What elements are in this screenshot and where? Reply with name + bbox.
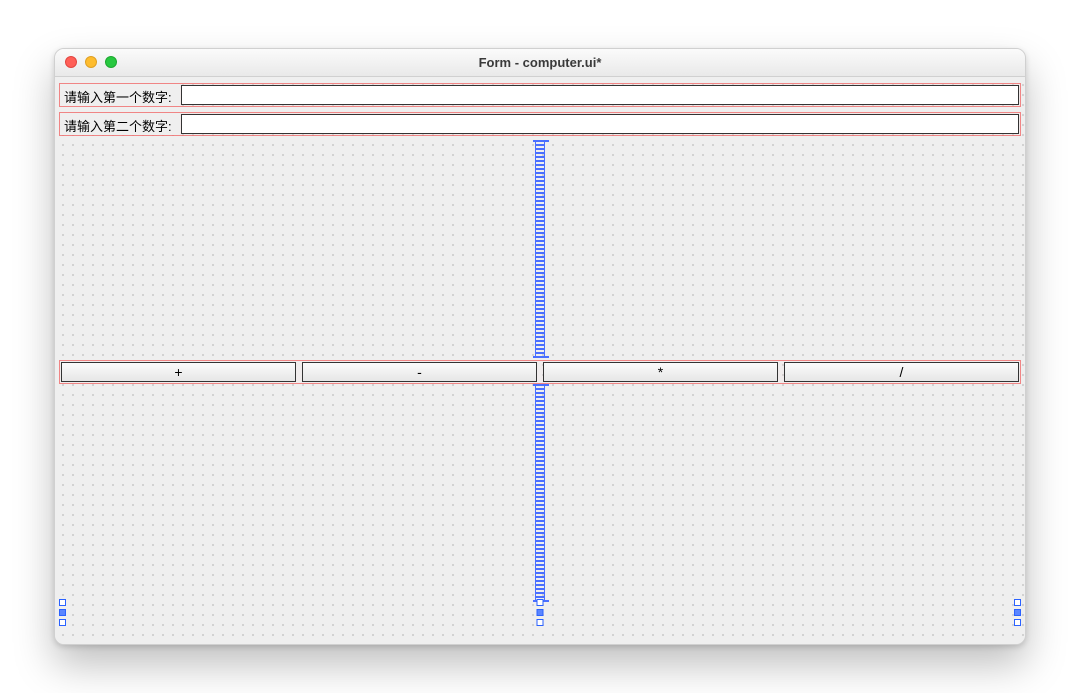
selection-handle[interactable]: [537, 609, 544, 616]
add-button[interactable]: +: [61, 362, 296, 382]
selection-handle[interactable]: [1014, 599, 1021, 606]
input-row-1: 请输入第一个数字:: [59, 83, 1021, 107]
subtract-button[interactable]: -: [302, 362, 537, 382]
window-controls: [65, 56, 117, 68]
minimize-icon[interactable]: [85, 56, 97, 68]
selection-handle[interactable]: [59, 619, 66, 626]
vertical-spacer-lower[interactable]: [535, 384, 545, 602]
selection-handle[interactable]: [59, 599, 66, 606]
selection-handle[interactable]: [1014, 619, 1021, 626]
input-row-2: 请输入第二个数字:: [59, 112, 1021, 136]
label-num1: 请输入第一个数字:: [60, 84, 180, 106]
window-frame: Form - computer.ui* 请输入第一个数字: 请输入第二个数字: …: [54, 48, 1026, 645]
vertical-spacer-upper[interactable]: [535, 140, 545, 358]
divide-button[interactable]: /: [784, 362, 1019, 382]
selection-handle[interactable]: [537, 599, 544, 606]
titlebar: Form - computer.ui*: [55, 49, 1025, 77]
selection-handle[interactable]: [537, 619, 544, 626]
input-num2[interactable]: [181, 114, 1019, 134]
close-icon[interactable]: [65, 56, 77, 68]
window-title: Form - computer.ui*: [479, 55, 602, 70]
designer-canvas[interactable]: 请输入第一个数字: 请输入第二个数字: + - * /: [55, 77, 1025, 644]
multiply-button[interactable]: *: [543, 362, 778, 382]
label-num2: 请输入第二个数字:: [60, 113, 180, 135]
operator-button-row: + - * /: [59, 360, 1021, 384]
selection-handle[interactable]: [1014, 609, 1021, 616]
input-num1[interactable]: [181, 85, 1019, 105]
zoom-icon[interactable]: [105, 56, 117, 68]
selection-handle[interactable]: [59, 609, 66, 616]
